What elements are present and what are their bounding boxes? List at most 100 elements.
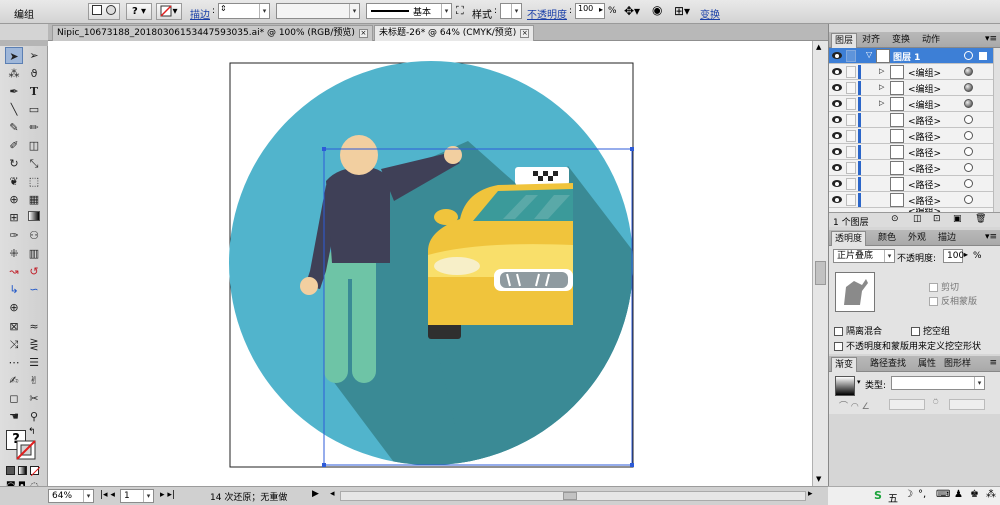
live-paint-select-icon[interactable]: ✌ bbox=[25, 372, 43, 389]
layer-row[interactable]: <路径> bbox=[829, 144, 993, 160]
visibility-eye-icon[interactable] bbox=[832, 68, 842, 75]
lock-toggle[interactable] bbox=[846, 194, 856, 206]
clip-checkbox[interactable]: 剪切 bbox=[929, 280, 959, 293]
visibility-eye-icon[interactable] bbox=[832, 148, 842, 155]
blend-mode-dropdown[interactable]: 正片叠底 ▾ bbox=[833, 249, 895, 263]
tab-pathfinder[interactable]: 路径查找 bbox=[867, 357, 909, 372]
visibility-eye-icon[interactable] bbox=[832, 164, 842, 171]
tab-color[interactable]: 颜色 bbox=[875, 231, 899, 246]
gradient-button[interactable] bbox=[18, 466, 27, 475]
mesh-tool-icon[interactable]: ⊞ bbox=[5, 209, 23, 226]
tab-transparency[interactable]: 透明度 bbox=[831, 231, 867, 246]
layer-row[interactable]: <路径> bbox=[829, 128, 993, 144]
moon-icon[interactable]: ☽ bbox=[904, 489, 913, 500]
align-icon[interactable]: ⊞▾ bbox=[674, 4, 690, 18]
target-circle[interactable] bbox=[964, 99, 973, 108]
delete-layer-icon[interactable]: 🗑 bbox=[975, 214, 986, 224]
close-icon[interactable]: × bbox=[520, 29, 530, 38]
expand-arrow-icon[interactable]: ▷ bbox=[879, 99, 884, 107]
curvature-tool-icon[interactable]: ↺ bbox=[25, 263, 43, 280]
symbol-sprayer-tool-icon[interactable]: ⁜ bbox=[5, 245, 23, 262]
selected-art-indicator[interactable] bbox=[979, 52, 987, 60]
lock-toggle[interactable] bbox=[846, 146, 856, 158]
live-paint-tool-icon[interactable]: ✍ bbox=[5, 372, 23, 389]
none-button[interactable] bbox=[30, 466, 40, 476]
visibility-eye-icon[interactable] bbox=[832, 196, 842, 203]
status-menu-arrow[interactable]: ▶ bbox=[312, 489, 319, 499]
layer-row[interactable]: <路径> bbox=[829, 192, 993, 208]
lock-toggle[interactable] bbox=[846, 50, 856, 62]
punctuation-icon[interactable]: °, bbox=[918, 489, 926, 500]
type-tool-icon[interactable]: T bbox=[25, 83, 43, 100]
eraser-tool-icon[interactable]: ◫ bbox=[25, 137, 43, 154]
gradient-swatch-arrow[interactable]: ▾ bbox=[857, 378, 861, 386]
handle-tr[interactable] bbox=[630, 147, 634, 151]
blob-brush-tool-icon[interactable]: ✐ bbox=[5, 137, 23, 154]
layer-row[interactable]: <路径> bbox=[829, 160, 993, 176]
scroll-up-icon[interactable]: ▲ bbox=[816, 43, 821, 51]
globe-icon[interactable]: ◉ bbox=[652, 3, 662, 17]
perspective-grid-tool-icon[interactable]: ▦ bbox=[25, 191, 43, 208]
scroll-thumb[interactable] bbox=[815, 261, 826, 285]
gradient-tool-icon[interactable] bbox=[25, 209, 43, 226]
artboard-number-dropdown[interactable]: 1 ▾ bbox=[120, 489, 154, 503]
expand-arrow-icon[interactable]: ▷ bbox=[879, 67, 884, 75]
gradient-type-dropdown[interactable]: ▾ bbox=[891, 376, 985, 390]
stroke-link[interactable]: 描边 bbox=[190, 6, 210, 21]
knockout-group-checkbox[interactable]: 挖空组 bbox=[911, 324, 950, 337]
locate-object-icon[interactable]: ⊙ bbox=[891, 214, 899, 224]
width-tool-icon[interactable]: ↝ bbox=[5, 263, 23, 280]
target-circle[interactable] bbox=[964, 67, 973, 76]
join-tool-icon[interactable]: ↳ bbox=[5, 281, 23, 298]
help-button[interactable]: ? ▾ bbox=[126, 3, 152, 20]
lock-toggle[interactable] bbox=[846, 162, 856, 174]
panel-menu-icon[interactable]: ≡ bbox=[989, 358, 997, 368]
tools-grid-icon[interactable]: ⁂ bbox=[986, 489, 996, 500]
fill-stroke-swatches[interactable]: ? ↰ bbox=[6, 427, 36, 460]
ime-s-icon[interactable]: S bbox=[874, 489, 882, 502]
knife-tool-icon[interactable]: ⋛ bbox=[25, 336, 43, 353]
align-tool-icon[interactable]: ☰ bbox=[25, 354, 43, 371]
target-circle[interactable] bbox=[964, 163, 973, 172]
gradient-swatch[interactable] bbox=[835, 376, 855, 396]
target-circle[interactable] bbox=[964, 83, 973, 92]
layer-row[interactable]: ▷ <编组> bbox=[829, 96, 993, 112]
lock-toggle[interactable] bbox=[846, 178, 856, 190]
paintbrush-tool-icon[interactable]: ✎ bbox=[5, 119, 23, 136]
slice-tool-icon[interactable]: ≈ bbox=[25, 318, 43, 335]
scissors-tool-icon[interactable]: ✂ bbox=[25, 390, 43, 407]
lock-toggle[interactable] bbox=[846, 130, 856, 142]
warp-tool-icon[interactable]: ❦ bbox=[5, 173, 23, 190]
close-icon[interactable]: × bbox=[358, 29, 368, 38]
new-layer-icon[interactable]: ▣ bbox=[953, 214, 962, 224]
target-circle[interactable] bbox=[964, 131, 973, 140]
layer-row[interactable]: ▷ <编组> bbox=[829, 64, 993, 80]
first-page-icon[interactable]: |◂ ◂ bbox=[100, 490, 115, 500]
visibility-eye-icon[interactable] bbox=[832, 116, 842, 123]
layer-row[interactable]: <路径> bbox=[829, 176, 993, 192]
reshape-tool-icon[interactable]: ∽ bbox=[25, 281, 43, 298]
clipping-mask-icon[interactable]: ◫ bbox=[913, 214, 922, 224]
target-circle[interactable] bbox=[964, 195, 973, 204]
collapse-arrow-icon[interactable]: ▽ bbox=[866, 50, 872, 59]
panel-menu-icon[interactable]: ▾≡ bbox=[985, 34, 997, 44]
panel-opacity-input[interactable]: 100 bbox=[943, 249, 964, 263]
canvas-area[interactable] bbox=[48, 41, 819, 487]
handle-br[interactable] bbox=[630, 463, 634, 467]
target-circle[interactable] bbox=[964, 115, 973, 124]
zoom-dropdown[interactable]: 64% ▾ bbox=[48, 489, 94, 503]
target-circle[interactable] bbox=[964, 147, 973, 156]
pen-tool-icon[interactable]: ✒ bbox=[5, 83, 23, 100]
magic-wand-tool-icon[interactable]: ⁂ bbox=[5, 65, 23, 82]
free-transform-tool-icon[interactable]: ⬚ bbox=[25, 173, 43, 190]
layers-scrollbar[interactable] bbox=[993, 48, 1000, 212]
layer-row-top[interactable]: ▽ 图层 1 bbox=[829, 48, 993, 64]
rotate-tool-icon[interactable]: ↻ bbox=[5, 155, 23, 172]
hscroll-thumb[interactable] bbox=[563, 492, 577, 500]
visibility-eye-icon[interactable] bbox=[832, 84, 842, 91]
vertical-scrollbar[interactable]: ▲ ▼ bbox=[812, 41, 828, 487]
tab-attributes[interactable]: 属性 bbox=[915, 357, 939, 372]
line-tool-icon[interactable]: ╲ bbox=[5, 101, 23, 118]
target-circle[interactable] bbox=[964, 51, 973, 60]
lock-toggle[interactable] bbox=[846, 98, 856, 110]
